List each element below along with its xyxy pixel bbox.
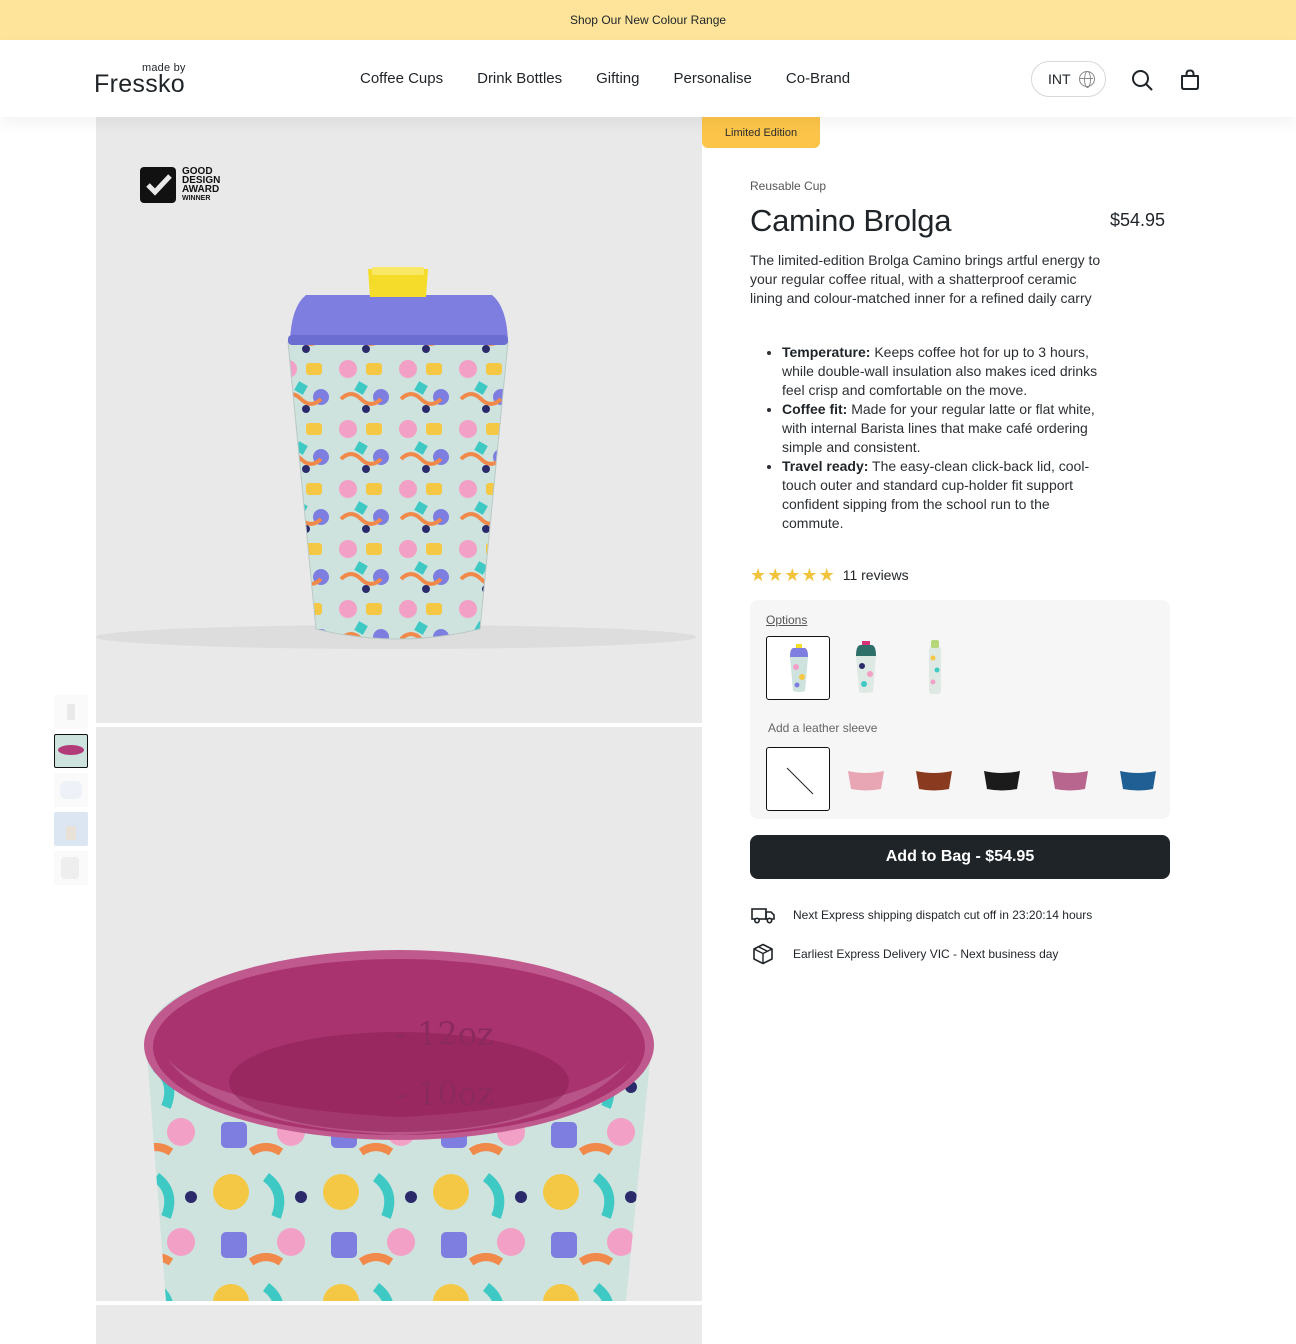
- sleeve-option-mauve[interactable]: [1038, 747, 1102, 811]
- thumbnail-4[interactable]: [54, 812, 88, 846]
- nav-item-personalise[interactable]: Personalise: [674, 70, 752, 87]
- site-header: made by Fressko Coffee Cups Drink Bottle…: [0, 40, 1296, 117]
- product-price: $54.95: [1110, 210, 1166, 230]
- product-feature-list: Temperature: Keeps coffee hot for up to …: [766, 343, 1112, 533]
- shipping-cutoff: Next Express shipping dispatch cut off i…: [750, 904, 1092, 926]
- product-image-main[interactable]: GOOD DESIGN AWARD WINNER: [96, 117, 702, 723]
- nav-item-drink-bottles[interactable]: Drink Bottles: [477, 70, 562, 87]
- brand-logo[interactable]: made by Fressko: [94, 62, 204, 102]
- product-image-third[interactable]: [96, 1305, 702, 1344]
- thumbnail-5[interactable]: [54, 851, 88, 885]
- delivery-estimate-text: Earliest Express Delivery VIC - Next bus…: [793, 947, 1059, 961]
- sleeve-option-brown[interactable]: [902, 747, 966, 811]
- search-icon[interactable]: [1130, 68, 1154, 92]
- thumbnail-1[interactable]: [54, 695, 88, 729]
- sleeve-option-black[interactable]: [970, 747, 1034, 811]
- sleeve-option-blue[interactable]: [1106, 747, 1170, 811]
- region-selector[interactable]: INT: [1031, 61, 1106, 97]
- announcement-text[interactable]: Shop Our New Colour Range: [570, 13, 726, 27]
- announcement-bar[interactable]: Shop Our New Colour Range: [0, 0, 1296, 40]
- sleeve-option-pink[interactable]: [834, 747, 898, 811]
- product-category: Reusable Cup: [750, 179, 827, 193]
- product-rating[interactable]: ★ ★ ★ ★ ★ 11 reviews: [750, 565, 909, 585]
- star-icon: ★: [767, 565, 784, 585]
- inner-marking-10oz: - 10oz: [396, 1075, 494, 1113]
- nav-item-co-brand[interactable]: Co-Brand: [786, 70, 850, 87]
- main-nav: Coffee Cups Drink Bottles Gifting Person…: [360, 70, 884, 87]
- delivery-estimate: Earliest Express Delivery VIC - Next bus…: [750, 943, 1058, 965]
- logo-wordmark: Fressko: [94, 70, 186, 98]
- product-description: The limited-edition Brolga Camino brings…: [750, 252, 1101, 306]
- reviews-link[interactable]: 11 reviews: [843, 567, 909, 583]
- cup-inner-illustration: - 12oz - 10oz: [144, 950, 654, 1301]
- truck-icon: [751, 908, 775, 924]
- star-icon: ★: [801, 565, 818, 585]
- nav-item-coffee-cups[interactable]: Coffee Cups: [360, 70, 443, 87]
- option-swatch-2[interactable]: [834, 636, 898, 700]
- sleeve-option-none[interactable]: [766, 747, 830, 811]
- cup-illustration: [96, 267, 696, 649]
- thumbnail-list: [54, 695, 88, 890]
- feature-item-travel-ready: Travel ready: The easy-clean click-back …: [782, 457, 1112, 533]
- thumbnail-2[interactable]: [54, 734, 88, 768]
- options-label[interactable]: Options: [766, 613, 807, 627]
- star-icon: ★: [818, 565, 835, 585]
- product-title: Camino Brolga: [750, 203, 952, 238]
- option-swatch-3[interactable]: [902, 636, 966, 700]
- inner-marking-12oz: - 12oz: [396, 1015, 494, 1053]
- shipping-cutoff-text: Next Express shipping dispatch cut off i…: [793, 908, 1093, 922]
- limited-edition-badge: Limited Edition: [702, 117, 820, 148]
- star-icon: ★: [750, 565, 767, 585]
- option-swatch-brolga[interactable]: [766, 636, 830, 700]
- nav-item-gifting[interactable]: Gifting: [596, 70, 639, 87]
- product-image-inner[interactable]: - 12oz - 10oz: [96, 727, 702, 1301]
- thumbnail-3[interactable]: [54, 773, 88, 807]
- feature-item-temperature: Temperature: Keeps coffee hot for up to …: [782, 343, 1112, 400]
- box-icon: [753, 943, 773, 965]
- region-label: INT: [1048, 71, 1071, 87]
- add-to-bag-button[interactable]: Add to Bag - $54.95: [750, 835, 1170, 879]
- sleeve-label: Add a leather sleeve: [768, 721, 878, 735]
- options-panel: Options Add a leather sleeve: [750, 600, 1170, 819]
- feature-item-coffee-fit: Coffee fit: Made for your regular latte …: [782, 400, 1112, 457]
- star-icon: ★: [784, 565, 801, 585]
- no-sleeve-icon: [786, 767, 814, 795]
- globe-icon: [1078, 71, 1095, 88]
- bag-icon[interactable]: [1178, 68, 1202, 92]
- star-rating: ★ ★ ★ ★ ★: [750, 565, 835, 585]
